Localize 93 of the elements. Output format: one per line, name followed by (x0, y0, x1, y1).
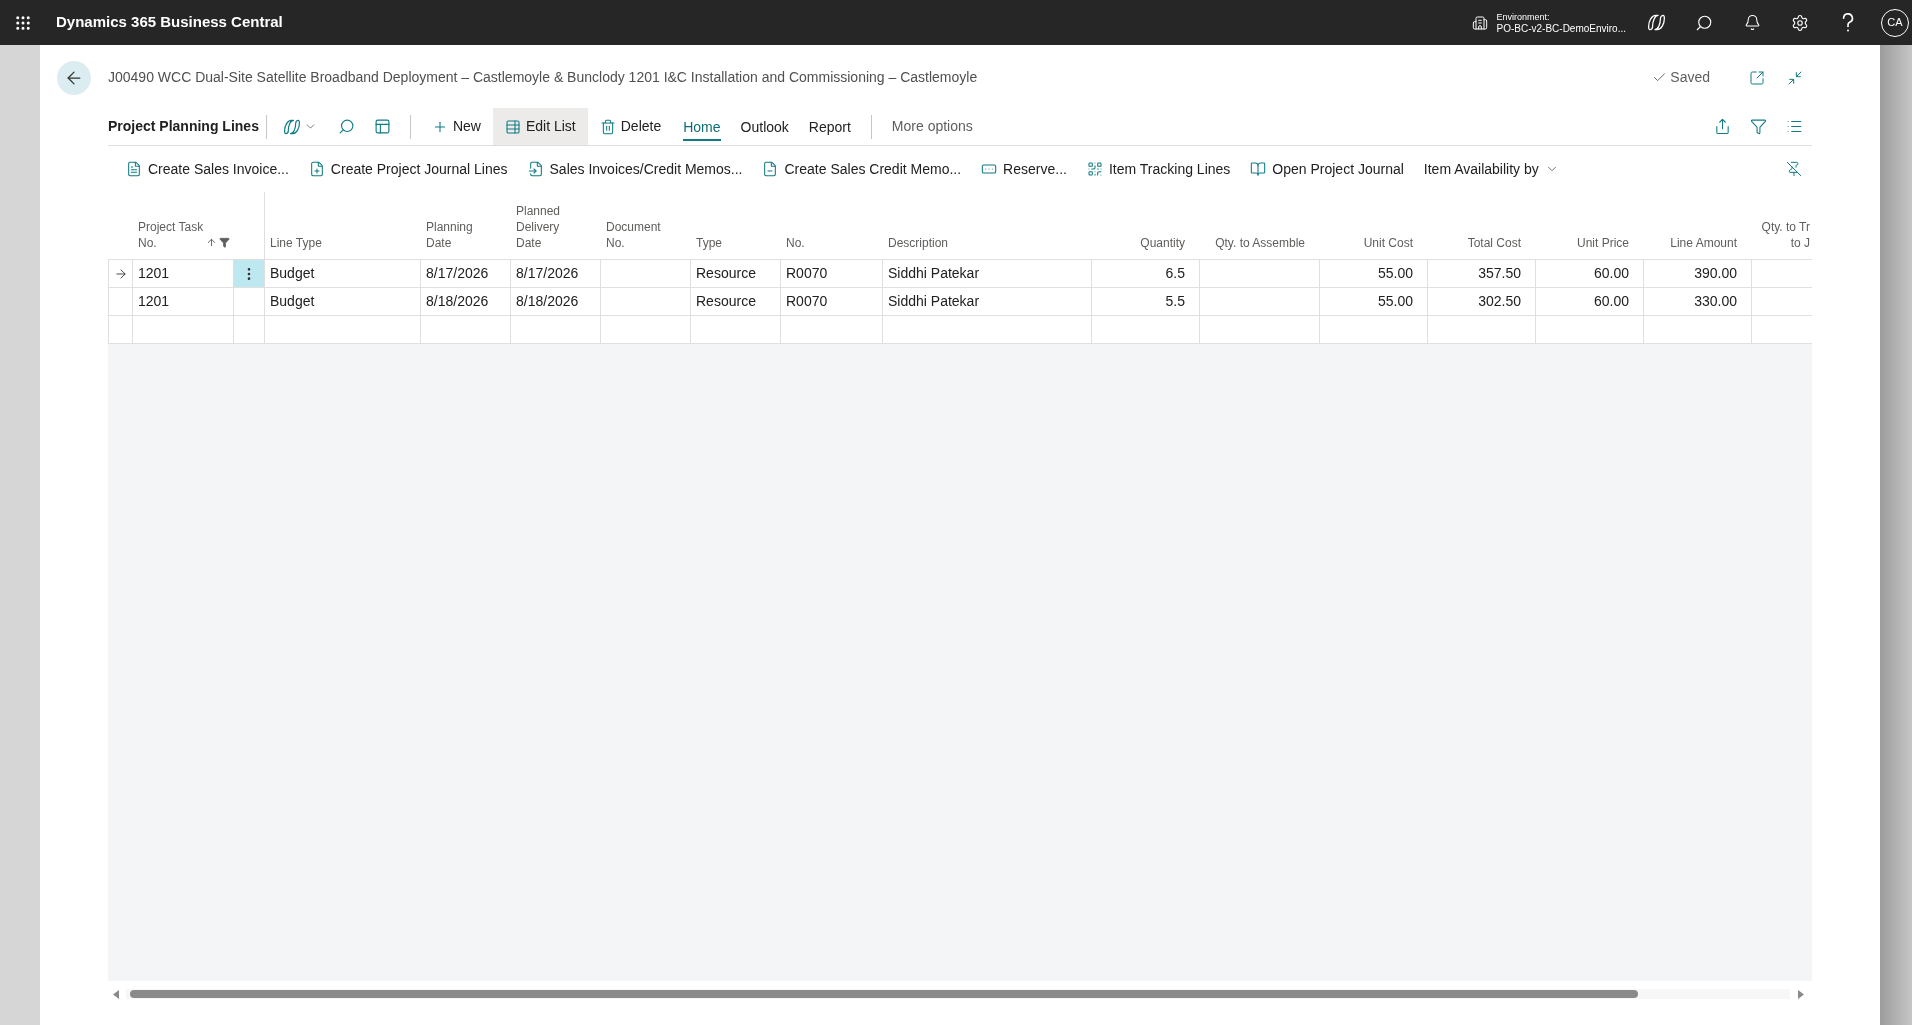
unpin-icon[interactable] (1786, 161, 1802, 177)
page-caption: Project Planning Lines (108, 117, 259, 136)
row-arrow-icon (113, 266, 128, 281)
page-title: J00490 WCC Dual-Site Satellite Broadband Deployment – Castlemoyle & Bunclody 1201 I&C Installation and Commissioning – Castlemoyle (108, 68, 978, 87)
share-icon[interactable] (1713, 118, 1731, 135)
scrollbar-thumb[interactable] (130, 990, 1638, 998)
scroll-right-icon[interactable] (1798, 989, 1804, 999)
table-cell-text: 1201 (138, 264, 170, 283)
action-button[interactable]: Reserve... (971, 152, 1077, 186)
filter-icon[interactable] (1749, 118, 1767, 135)
table-cell-text: Siddhi Patekar (888, 264, 980, 283)
tab[interactable]: Report (808, 116, 851, 141)
trash-icon (599, 118, 616, 135)
action-button[interactable]: Open Project Journal (1240, 152, 1414, 186)
column-header[interactable]: Type (696, 235, 722, 251)
column-header[interactable]: Description (888, 235, 949, 251)
table-cell-text: 1201 (138, 292, 170, 311)
table-icon (504, 118, 521, 135)
collapse-icon[interactable] (1787, 69, 1803, 86)
column-header[interactable]: Document No. (606, 219, 661, 251)
table-cell-text: 60.00 (1593, 264, 1629, 283)
table-cell-text: 8/18/2026 (426, 292, 489, 311)
column-header[interactable]: Unit Price (1577, 235, 1629, 251)
building-icon (1471, 14, 1488, 31)
column-header[interactable]: Total Cost (1467, 235, 1521, 251)
document-minus-icon (762, 161, 779, 177)
interlocked-shapes-icon (283, 118, 300, 135)
filter-icon (219, 237, 231, 248)
environment-label: Environment: (1496, 10, 1550, 23)
table-cell-text: 330.00 (1694, 292, 1737, 311)
table-cell-text: 357.50 (1478, 264, 1521, 283)
toolbar-button[interactable]: Delete (587, 108, 674, 145)
table-cell-text: Budget (270, 292, 315, 311)
column-header[interactable]: Unit Cost (1363, 235, 1413, 251)
action-button[interactable]: Create Project Journal Lines (298, 152, 518, 186)
interlocked-shapes-icon[interactable] (1647, 14, 1665, 31)
column-header[interactable]: Quantity (1140, 235, 1185, 251)
user-avatar[interactable]: CA (1881, 8, 1909, 37)
tab[interactable]: Outlook (740, 116, 789, 141)
table-cell-text: Resource (696, 264, 756, 283)
scroll-left-icon[interactable] (113, 989, 119, 999)
column-header[interactable]: Project Task No. (138, 219, 204, 251)
app-title: Dynamics 365 Business Central (56, 12, 283, 33)
saved-status: Saved (1670, 68, 1710, 87)
column-header[interactable]: Line Amount (1670, 235, 1737, 251)
table-cell-text: R0070 (786, 264, 828, 283)
open-in-new-window-icon[interactable] (1749, 69, 1765, 86)
table-cell-text: 60.00 (1593, 292, 1629, 311)
back-button[interactable] (57, 60, 91, 95)
apps-grid-icon[interactable] (13, 13, 32, 32)
list-icon[interactable] (1785, 118, 1803, 135)
table-cell-text: 8/17/2026 (426, 264, 489, 283)
action-button[interactable]: Create Sales Invoice... (116, 152, 299, 186)
table-cell-text: 390.00 (1694, 264, 1737, 283)
table-cell-text: 55.00 (1377, 264, 1413, 283)
toolbar-button[interactable]: New (419, 108, 493, 145)
more-options-button[interactable]: More options (881, 108, 983, 145)
table-cell-text: Resource (696, 292, 756, 311)
column-header[interactable]: No. (786, 235, 805, 251)
settings-icon[interactable] (1791, 13, 1809, 32)
table-cell-text: 302.50 (1478, 292, 1521, 311)
search-icon[interactable] (1695, 13, 1713, 32)
column-header[interactable]: Planned Delivery Date (516, 203, 561, 251)
table-cell-text: 6.5 (1165, 264, 1185, 283)
table-cell-text: 5.5 (1165, 292, 1185, 311)
sort-ascending-icon (206, 237, 218, 248)
action-button[interactable]: Item Tracking Lines (1076, 152, 1241, 186)
column-header[interactable]: Qty. to Assemble (1215, 235, 1305, 251)
bell-icon[interactable] (1743, 14, 1761, 31)
dropdown-button[interactable]: Item Availability by (1413, 152, 1569, 186)
tab[interactable]: Home (683, 116, 721, 141)
action-button[interactable]: Sales Invoices/Credit Memos... (517, 152, 753, 186)
column-header[interactable]: Qty. to Tr to J (1761, 219, 1810, 251)
table-cell-text: Siddhi Patekar (888, 292, 980, 311)
qr-code-icon (1086, 161, 1103, 177)
dotted-rectangle-icon (981, 161, 998, 177)
scrollbar-track[interactable] (126, 989, 1790, 999)
environment-name: PO-BC-v2-BC-DemoEnviro... (1496, 22, 1626, 35)
table-cell-text: 8/18/2026 (516, 292, 579, 311)
open-book-icon (1250, 161, 1267, 177)
document-arrow-icon (527, 161, 544, 177)
action-button[interactable]: Create Sales Credit Memo... (752, 152, 972, 186)
table-cell-text: 55.00 (1377, 292, 1413, 311)
layout-icon[interactable] (374, 118, 392, 135)
column-header[interactable]: Line Type (270, 235, 322, 251)
document-plus-icon (308, 161, 325, 177)
document-icon (126, 161, 142, 177)
table-cell-text: R0070 (786, 292, 828, 311)
table-cell-text: 8/17/2026 (516, 264, 579, 283)
help-icon[interactable] (1842, 13, 1854, 32)
toolbar-button[interactable]: Edit List (492, 108, 588, 145)
column-header[interactable]: Planning Date (426, 219, 473, 251)
table-cell-text: Budget (270, 264, 315, 283)
